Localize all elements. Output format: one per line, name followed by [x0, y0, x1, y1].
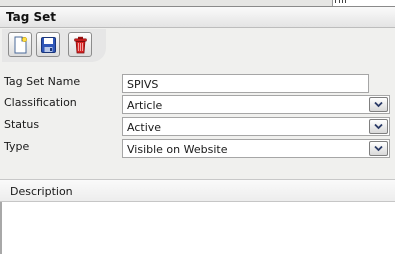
toolbar — [2, 29, 106, 62]
type-select[interactable]: Visible on Website — [122, 139, 390, 158]
status-dropdown-button[interactable] — [369, 119, 388, 134]
chevron-down-icon — [374, 101, 383, 108]
type-dropdown-button[interactable] — [369, 141, 388, 156]
panel-titlebar: Tag Set — [0, 6, 395, 28]
tag-set-name-input[interactable]: SPIVS — [122, 74, 369, 93]
chevron-down-icon — [374, 123, 383, 130]
new-button[interactable] — [8, 32, 32, 57]
delete-icon — [74, 36, 87, 54]
classification-dropdown-button[interactable] — [369, 97, 388, 112]
type-value: Visible on Website — [127, 143, 228, 156]
panel-title: Tag Set — [6, 10, 57, 24]
tag-set-name-label: Tag Set Name — [4, 75, 81, 88]
save-button[interactable] — [36, 32, 60, 57]
description-editor[interactable] — [0, 202, 395, 254]
new-icon — [14, 36, 28, 54]
delete-button[interactable] — [68, 32, 92, 57]
description-label: Description — [10, 185, 73, 198]
chevron-down-icon — [374, 145, 383, 152]
classification-value: Article — [127, 99, 163, 112]
status-value: Active — [127, 121, 162, 134]
classification-select[interactable]: Article — [122, 95, 390, 114]
description-header: Description — [0, 180, 395, 202]
type-label: Type — [4, 140, 30, 153]
status-label: Status — [4, 118, 40, 131]
classification-label: Classification — [4, 96, 77, 109]
status-select[interactable]: Active — [122, 117, 390, 136]
save-icon — [41, 37, 56, 53]
tag-set-name-value: SPIVS — [127, 78, 159, 91]
